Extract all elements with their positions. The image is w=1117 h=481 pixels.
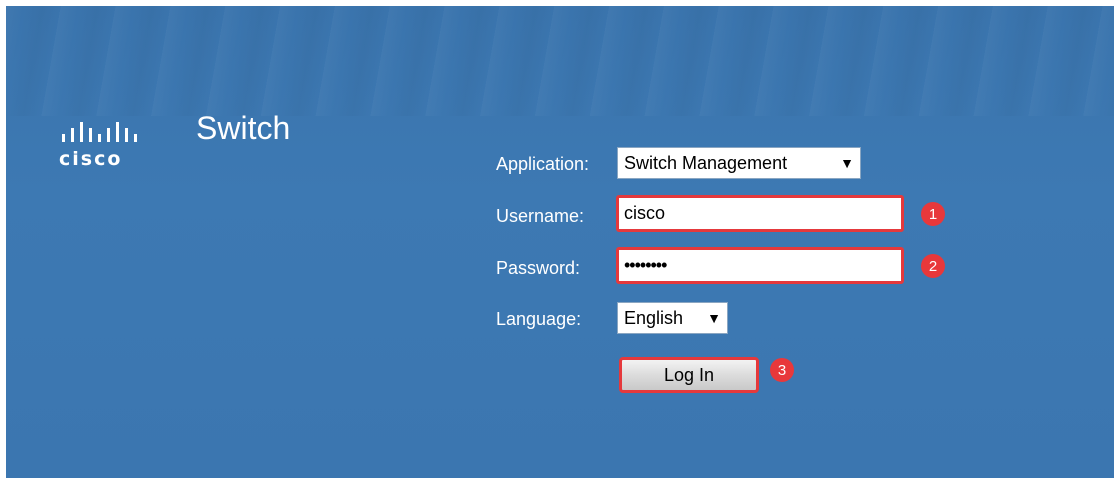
- username-input[interactable]: cisco: [616, 195, 904, 232]
- dropdown-arrow-icon: ▼: [707, 310, 721, 326]
- application-label: Application:: [496, 154, 590, 174]
- password-input[interactable]: ••••••••: [616, 247, 904, 284]
- step-badge-1: 1: [921, 202, 945, 226]
- language-select[interactable]: English ▼: [617, 302, 728, 334]
- language-selected-value: English: [624, 307, 684, 328]
- password-label: Password:: [496, 258, 581, 278]
- dropdown-arrow-icon: ▼: [840, 155, 854, 171]
- language-label: Language:: [496, 309, 582, 329]
- application-select[interactable]: Switch Management ▼: [617, 147, 861, 179]
- step-badge-2: 2: [921, 254, 945, 278]
- application-selected-value: Switch Management: [624, 152, 788, 173]
- username-value: cisco: [624, 203, 666, 223]
- page-title: Switch: [196, 110, 291, 146]
- cisco-bars-icon: [62, 122, 137, 142]
- cisco-wordmark: cisco: [59, 148, 123, 170]
- login-button[interactable]: Log In: [619, 357, 759, 393]
- login-page: cisco Switch Application: Switch Managem…: [6, 6, 1114, 478]
- username-label: Username:: [496, 206, 585, 226]
- step-badge-3: 3: [770, 358, 794, 382]
- password-value: ••••••••: [624, 255, 667, 275]
